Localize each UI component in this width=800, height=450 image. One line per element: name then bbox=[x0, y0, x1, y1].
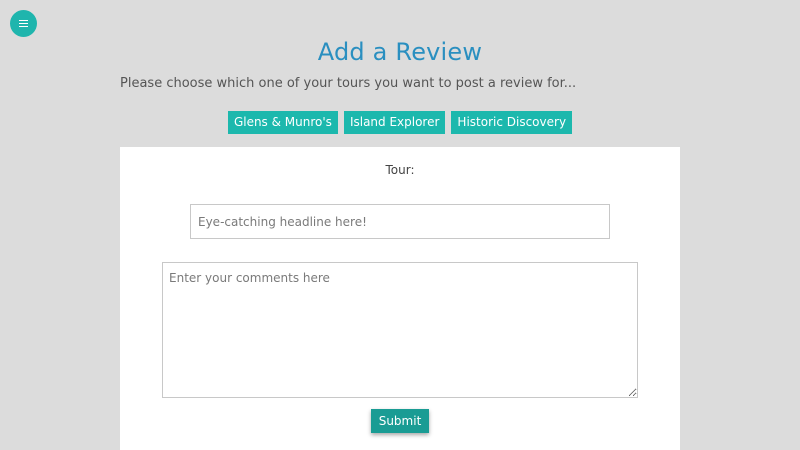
menu-button[interactable] bbox=[10, 10, 37, 37]
tour-label: Tour: bbox=[385, 163, 415, 177]
tour-button-island-explorer[interactable]: Island Explorer bbox=[343, 111, 446, 134]
page-title: Add a Review bbox=[317, 38, 483, 66]
tour-button-glens-munros[interactable]: Glens & Munro's bbox=[227, 111, 338, 134]
submit-button[interactable]: Submit bbox=[371, 409, 429, 433]
hamburger-menu-icon bbox=[19, 20, 28, 27]
instructions-text: Please choose which one of your tours yo… bbox=[120, 76, 577, 91]
tour-button-historic-discovery[interactable]: Historic Discovery bbox=[451, 111, 573, 134]
review-form-card: Tour: Submit bbox=[120, 147, 680, 450]
headline-input[interactable] bbox=[190, 204, 610, 239]
comments-textarea[interactable] bbox=[162, 262, 638, 398]
tour-selector: Glens & Munro's Island Explorer Historic… bbox=[0, 111, 800, 134]
